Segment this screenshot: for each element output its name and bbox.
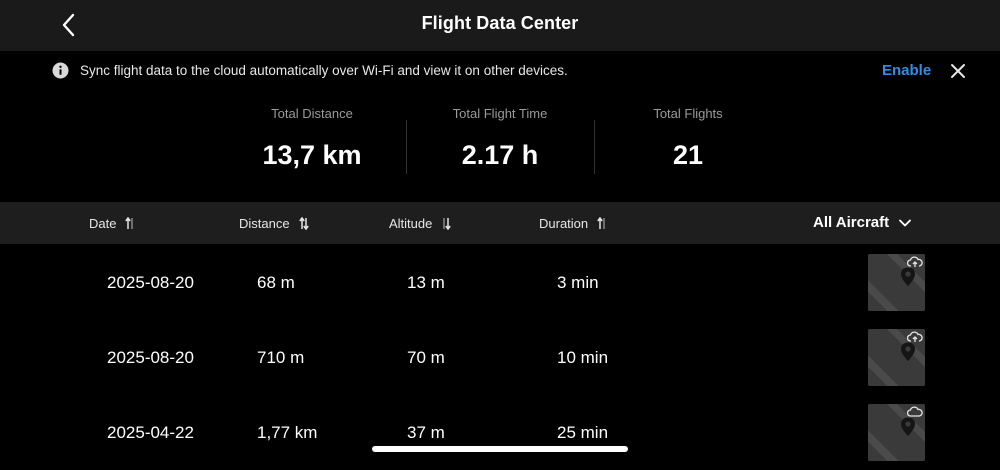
info-icon bbox=[52, 62, 69, 79]
stat-label: Total Flights bbox=[653, 106, 723, 121]
stat-value: 2.17 h bbox=[461, 140, 539, 170]
sort-duration-button[interactable]: Duration bbox=[539, 216, 607, 231]
stat-value: 21 bbox=[672, 140, 704, 170]
sort-distance-button[interactable]: Distance bbox=[239, 216, 309, 231]
cloud-icon bbox=[907, 406, 923, 417]
aircraft-filter-dropdown[interactable]: All Aircraft bbox=[813, 214, 912, 231]
flight-stats: Total Distance 13,7 km Total Flight Time… bbox=[0, 90, 1000, 202]
cloud-upload-icon bbox=[907, 331, 923, 342]
cell-altitude: 37 m bbox=[407, 423, 445, 442]
column-label: Distance bbox=[239, 216, 290, 231]
cell-duration: 10 min bbox=[557, 348, 609, 367]
stat-total-distance: Total Distance 13,7 km bbox=[222, 106, 402, 171]
cloud-upload-icon bbox=[907, 256, 923, 267]
home-indicator[interactable] bbox=[372, 446, 628, 452]
enable-sync-button[interactable]: Enable bbox=[882, 62, 931, 79]
cell-altitude: 13 m bbox=[407, 273, 445, 292]
sort-icon bbox=[443, 218, 452, 230]
stat-label: Total Distance bbox=[271, 106, 353, 121]
table-header: Date Distance Altitude Duration All Airc… bbox=[0, 202, 1000, 244]
cell-duration: 3 min bbox=[557, 273, 599, 292]
cell-duration: 25 min bbox=[557, 423, 609, 442]
column-label: Altitude bbox=[389, 216, 433, 231]
flight-map-thumbnail[interactable] bbox=[868, 404, 925, 461]
cell-date: 2025-08-20 bbox=[107, 273, 194, 292]
flight-record-row[interactable]: 2025-04-22 1,77 km 37 m 25 min bbox=[0, 395, 1000, 470]
banner-message: Sync flight data to the cloud automatica… bbox=[80, 63, 568, 78]
column-label: Date bbox=[89, 216, 117, 231]
flight-record-row[interactable]: 2025-08-20 710 m 70 m 10 min bbox=[0, 320, 1000, 395]
flight-record-row[interactable]: 2025-08-20 68 m 13 m 3 min bbox=[0, 245, 1000, 320]
cell-date: 2025-04-22 bbox=[107, 423, 194, 442]
sort-icon bbox=[125, 217, 134, 229]
sync-banner: Sync flight data to the cloud automatica… bbox=[0, 52, 1000, 90]
chevron-down-icon bbox=[899, 219, 912, 226]
flight-map-thumbnail[interactable] bbox=[868, 254, 925, 311]
sort-date-button[interactable]: Date bbox=[89, 216, 135, 231]
sort-icon bbox=[298, 217, 309, 230]
stat-label: Total Flight Time bbox=[452, 106, 548, 121]
header-bar: Flight Data Center bbox=[0, 0, 1000, 51]
column-label: Duration bbox=[539, 216, 589, 231]
cell-distance: 68 m bbox=[257, 273, 295, 292]
cell-distance: 1,77 km bbox=[257, 423, 318, 442]
cell-date: 2025-08-20 bbox=[107, 348, 194, 367]
stat-value: 13,7 km bbox=[262, 140, 362, 170]
cell-distance: 710 m bbox=[257, 348, 305, 367]
sort-icon bbox=[597, 217, 605, 229]
filter-label: All Aircraft bbox=[813, 214, 890, 231]
page-title: Flight Data Center bbox=[421, 13, 579, 33]
divider bbox=[406, 120, 407, 174]
flight-map-thumbnail[interactable] bbox=[868, 329, 925, 386]
cell-altitude: 70 m bbox=[407, 348, 445, 367]
stat-total-flights: Total Flights 21 bbox=[598, 106, 778, 171]
stat-total-flight-time: Total Flight Time 2.17 h bbox=[410, 106, 590, 171]
close-icon[interactable] bbox=[948, 61, 968, 81]
sort-altitude-button[interactable]: Altitude bbox=[389, 216, 452, 231]
divider bbox=[594, 120, 595, 174]
